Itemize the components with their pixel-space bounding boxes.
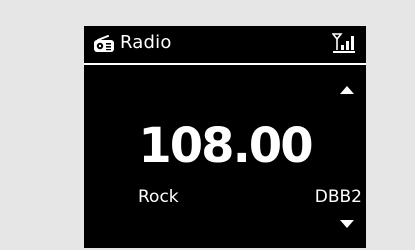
- up-arrow-icon[interactable]: [340, 86, 354, 94]
- radio-display: Radio 108.00 Rock DBB2: [84, 26, 366, 248]
- genre-label: Rock: [138, 187, 179, 207]
- screen-title: Radio: [120, 32, 172, 53]
- display-header: Radio: [84, 26, 366, 62]
- frequency-readout: 108.00: [138, 118, 313, 174]
- signal-strength-icon: [331, 32, 356, 54]
- radio-icon: [93, 35, 115, 53]
- down-arrow-icon[interactable]: [340, 220, 354, 228]
- header-divider: [84, 63, 366, 65]
- device-panel: Radio 108.00 Rock DBB2: [0, 0, 415, 250]
- station-label: DBB2: [314, 187, 362, 207]
